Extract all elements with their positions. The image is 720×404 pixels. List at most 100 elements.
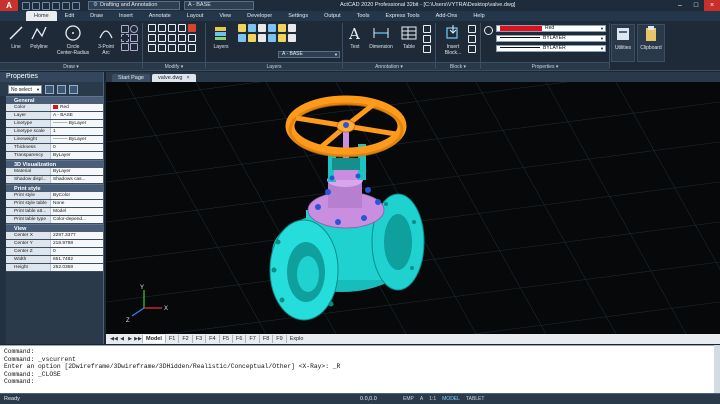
property-value[interactable]: 0 bbox=[50, 144, 103, 151]
rectangle-icon[interactable] bbox=[121, 25, 129, 33]
layer-unlock-icon[interactable] bbox=[268, 34, 276, 42]
lineweight-select[interactable]: BYLAYER ▼ bbox=[496, 45, 606, 52]
text-button[interactable]: A Text bbox=[346, 24, 364, 50]
document-tab[interactable]: Start Page bbox=[112, 74, 150, 82]
layer-walk-icon[interactable] bbox=[238, 34, 246, 42]
extend-icon[interactable] bbox=[178, 34, 186, 42]
leader-icon[interactable] bbox=[423, 25, 431, 33]
layer-previous-icon[interactable] bbox=[288, 24, 296, 32]
quick-select-icon[interactable] bbox=[45, 84, 54, 94]
explode-icon[interactable] bbox=[188, 34, 196, 42]
previous-tab-icon[interactable]: ◀ bbox=[118, 335, 126, 343]
property-value[interactable]: 218.9798 bbox=[50, 240, 103, 247]
dimension-button[interactable]: Dimension bbox=[366, 24, 396, 50]
tab-home[interactable]: Home bbox=[26, 11, 57, 21]
property-value[interactable]: Model bbox=[50, 208, 103, 215]
property-value[interactable]: ——— ByLayer bbox=[50, 136, 103, 143]
new-file-icon[interactable] bbox=[22, 1, 30, 10]
point-icon[interactable] bbox=[121, 43, 129, 51]
chamfer-icon[interactable] bbox=[178, 44, 186, 52]
match-properties-icon[interactable] bbox=[484, 26, 493, 35]
property-value[interactable]: ——— ByLayer bbox=[50, 120, 103, 127]
layers-group-label[interactable]: Layers bbox=[206, 62, 342, 70]
section-print-style[interactable]: Print style bbox=[6, 184, 103, 192]
attribute-icon[interactable] bbox=[468, 45, 476, 53]
maximize-button[interactable]: □ bbox=[688, 0, 704, 11]
array-icon[interactable] bbox=[158, 44, 166, 52]
layout-tab[interactable]: F9 bbox=[272, 335, 285, 343]
minimize-button[interactable]: – bbox=[672, 0, 688, 11]
document-tab[interactable]: valve.dwg × bbox=[152, 74, 196, 82]
workspace-select[interactable]: ⚙ Drafting and Annotation bbox=[88, 1, 180, 10]
properties-group-label[interactable]: Properties ▾ bbox=[481, 62, 609, 70]
mirror-icon[interactable] bbox=[158, 34, 166, 42]
layer-merge-icon[interactable] bbox=[278, 34, 286, 42]
next-tab-icon[interactable]: ▶ bbox=[126, 335, 134, 343]
select-objects-icon[interactable] bbox=[57, 84, 66, 94]
create-block-icon[interactable] bbox=[468, 25, 476, 33]
property-value[interactable]: ByLayer bbox=[50, 152, 103, 159]
layout-tab[interactable]: F7 bbox=[245, 335, 258, 343]
layer-lock-icon[interactable] bbox=[258, 24, 266, 32]
tab-add-ons[interactable]: Add-Ons bbox=[428, 11, 466, 21]
status-toggle[interactable]: 1:1 bbox=[426, 396, 439, 402]
tab-edit[interactable]: Edit bbox=[57, 11, 82, 21]
status-toggle[interactable]: MODEL bbox=[439, 396, 463, 402]
tab-developer[interactable]: Developer bbox=[239, 11, 280, 21]
circle-button[interactable]: Circle Center-Radius bbox=[56, 24, 90, 56]
offset-icon[interactable] bbox=[168, 44, 176, 52]
layout-tab[interactable]: F1 bbox=[164, 335, 178, 343]
layer-select[interactable]: A - BASE ▼ bbox=[278, 51, 340, 58]
tab-help[interactable]: Help bbox=[465, 11, 492, 21]
app-logo[interactable]: A bbox=[0, 0, 18, 11]
scale-icon[interactable] bbox=[148, 44, 156, 52]
layers-button[interactable]: Layers bbox=[209, 24, 233, 50]
tab-view[interactable]: View bbox=[211, 11, 239, 21]
layout-tab[interactable]: Explo bbox=[285, 335, 307, 343]
layout-tab[interactable]: F8 bbox=[258, 335, 272, 343]
edit-block-icon[interactable] bbox=[468, 35, 476, 43]
trim-icon[interactable] bbox=[178, 24, 186, 32]
command-scrollbar[interactable] bbox=[714, 345, 720, 393]
layer-match-icon[interactable] bbox=[278, 24, 286, 32]
toggle-pickadd-icon[interactable] bbox=[69, 84, 78, 94]
selection-select[interactable]: No select ▼ bbox=[8, 84, 42, 94]
layout-tab[interactable]: F2 bbox=[178, 335, 191, 343]
property-value[interactable]: Color-depend... bbox=[50, 216, 103, 223]
tab-annotate[interactable]: Annotate bbox=[141, 11, 179, 21]
quick-layer-select[interactable]: A - BASE bbox=[184, 1, 254, 10]
status-toggle[interactable]: TABLET bbox=[463, 396, 488, 402]
layer-freeze-icon[interactable] bbox=[248, 24, 256, 32]
property-value[interactable]: ByColor bbox=[50, 192, 103, 199]
annotation-group-label[interactable]: Annotation ▾ bbox=[343, 62, 435, 70]
layout-tab[interactable]: F4 bbox=[205, 335, 218, 343]
fillet-icon[interactable] bbox=[168, 34, 176, 42]
spline-icon[interactable] bbox=[130, 34, 138, 42]
color-select[interactable]: Red ▼ bbox=[496, 25, 606, 32]
erase-icon[interactable] bbox=[188, 24, 196, 32]
valve-model[interactable] bbox=[269, 95, 425, 321]
layer-isolate-icon[interactable] bbox=[268, 24, 276, 32]
tab-tools[interactable]: Tools bbox=[349, 11, 378, 21]
model-viewport[interactable]: Y X Z bbox=[106, 82, 720, 334]
insert-block-button[interactable]: Insert Block... bbox=[441, 24, 465, 56]
property-value[interactable]: 252.0368 bbox=[50, 264, 103, 271]
clipboard-button[interactable]: Clipboard bbox=[637, 24, 665, 62]
stretch-icon[interactable] bbox=[168, 24, 176, 32]
layer-delete-icon[interactable] bbox=[288, 34, 296, 42]
arc-button[interactable]: 3-Point Arc bbox=[94, 24, 118, 56]
property-value[interactable]: ByLayer bbox=[50, 168, 103, 175]
layer-off-icon[interactable] bbox=[248, 34, 256, 42]
save-icon[interactable] bbox=[42, 1, 50, 10]
tab-layout[interactable]: Layout bbox=[179, 11, 212, 21]
rotate-icon[interactable] bbox=[148, 34, 156, 42]
property-value[interactable]: Shadows cas... bbox=[50, 176, 103, 183]
tab-draw[interactable]: Draw bbox=[82, 11, 111, 21]
close-icon[interactable]: × bbox=[186, 75, 189, 81]
ellipse-icon[interactable] bbox=[130, 25, 138, 33]
property-value[interactable]: None bbox=[50, 200, 103, 207]
palette-side-strip[interactable] bbox=[0, 96, 6, 344]
drawing-area[interactable]: Y X Z bbox=[106, 82, 720, 334]
close-button[interactable]: × bbox=[704, 0, 720, 11]
first-tab-icon[interactable]: ◀◀ bbox=[110, 335, 118, 343]
